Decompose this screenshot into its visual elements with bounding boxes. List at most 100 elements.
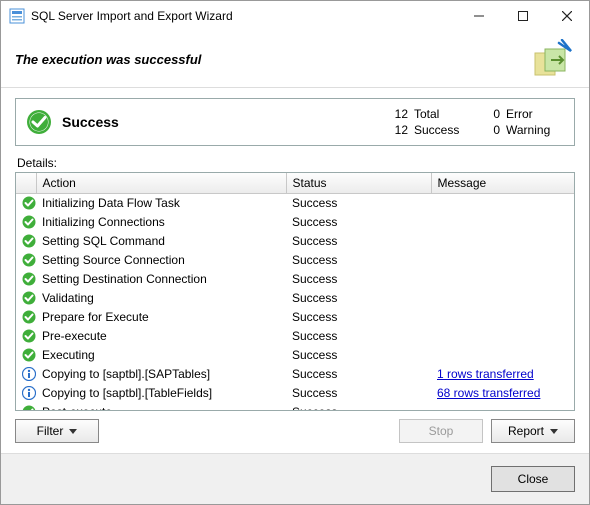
action-buttons-row: Filter Stop Report [15,411,575,447]
header-graphic [529,39,575,79]
check-icon [22,234,36,248]
table-row[interactable]: Setting Source ConnectionSuccess [16,251,574,270]
stop-label: Stop [429,424,454,438]
status-cell: Success [286,365,431,384]
close-label: Close [518,472,549,486]
table-row[interactable]: ExecutingSuccess [16,346,574,365]
close-window-button[interactable] [545,1,589,31]
col-status-header[interactable]: Status [286,173,431,194]
minimize-button[interactable] [457,1,501,31]
action-cell: Setting Destination Connection [36,270,286,289]
check-icon [22,348,36,362]
page-title: The execution was successful [15,52,529,67]
table-row[interactable]: Copying to [saptbl].[TableFields]Success… [16,384,574,403]
action-cell: Prepare for Execute [36,308,286,327]
action-cell: Executing [36,346,286,365]
summary-counts: 12 Total 0 Error 12 Success 0 Warning [386,107,564,137]
table-row[interactable]: Setting SQL CommandSuccess [16,232,574,251]
message-link[interactable]: 68 rows transferred [437,386,540,400]
action-cell: Pre-execute [36,327,286,346]
row-icon-cell [16,365,36,384]
table-row[interactable]: Prepare for ExecuteSuccess [16,308,574,327]
status-cell: Success [286,270,431,289]
message-cell: 68 rows transferred [431,384,574,403]
dropdown-icon [69,429,77,434]
filter-label: Filter [37,424,64,438]
info-icon [22,386,36,400]
status-cell: Success [286,251,431,270]
action-cell: Initializing Connections [36,213,286,232]
status-cell: Success [286,289,431,308]
check-icon [22,291,36,305]
warning-label: Warning [506,123,564,137]
report-button[interactable]: Report [491,419,575,443]
row-icon-cell [16,346,36,365]
table-row[interactable]: ValidatingSuccess [16,289,574,308]
table-row[interactable]: Initializing ConnectionsSuccess [16,213,574,232]
error-label: Error [506,107,564,121]
status-cell: Success [286,308,431,327]
total-label: Total [414,107,472,121]
check-icon [22,196,36,210]
message-cell [431,251,574,270]
close-button[interactable]: Close [491,466,575,492]
col-message-header[interactable]: Message [431,173,574,194]
status-cell: Success [286,213,431,232]
stop-button: Stop [399,419,483,443]
warning-count: 0 [478,123,500,137]
message-cell [431,289,574,308]
table-row[interactable]: Copying to [saptbl].[SAPTables]Success 1 … [16,365,574,384]
message-link[interactable]: 1 rows transferred [437,367,534,381]
status-cell: Success [286,403,431,412]
row-icon-cell [16,403,36,412]
table-row[interactable]: Post-executeSuccess [16,403,574,412]
action-cell: Validating [36,289,286,308]
action-cell: Post-execute [36,403,286,412]
titlebar: SQL Server Import and Export Wizard [1,1,589,31]
summary-panel: Success 12 Total 0 Error 12 Success 0 Wa… [15,98,575,146]
summary-status: Success [62,114,386,130]
col-icon-header[interactable] [16,173,36,194]
window-title: SQL Server Import and Export Wizard [31,9,457,23]
filter-button[interactable]: Filter [15,419,99,443]
success-label: Success [414,123,472,137]
action-cell: Setting SQL Command [36,232,286,251]
success-count: 12 [386,123,408,137]
total-count: 12 [386,107,408,121]
table-row[interactable]: Pre-executeSuccess [16,327,574,346]
table-row[interactable]: Initializing Data Flow TaskSuccess [16,194,574,213]
status-cell: Success [286,194,431,213]
col-action-header[interactable]: Action [36,173,286,194]
status-cell: Success [286,346,431,365]
success-check-icon [26,109,52,135]
check-icon [22,215,36,229]
dropdown-icon [550,429,558,434]
table-row[interactable]: Setting Destination ConnectionSuccess [16,270,574,289]
action-cell: Copying to [saptbl].[SAPTables] [36,365,286,384]
row-icon-cell [16,308,36,327]
status-cell: Success [286,327,431,346]
error-count: 0 [478,107,500,121]
message-cell [431,327,574,346]
row-icon-cell [16,289,36,308]
row-icon-cell [16,251,36,270]
app-icon [9,8,25,24]
check-icon [22,272,36,286]
check-icon [22,329,36,343]
details-table: Action Status Message Initializing Data … [16,173,574,411]
message-cell [431,403,574,412]
status-cell: Success [286,232,431,251]
details-label: Details: [17,156,573,170]
action-cell: Initializing Data Flow Task [36,194,286,213]
row-icon-cell [16,232,36,251]
row-icon-cell [16,327,36,346]
action-cell: Setting Source Connection [36,251,286,270]
message-cell [431,346,574,365]
message-cell: 1 rows transferred [431,365,574,384]
maximize-button[interactable] [501,1,545,31]
row-icon-cell [16,270,36,289]
footer: Close [1,453,589,504]
row-icon-cell [16,194,36,213]
check-icon [22,310,36,324]
message-cell [431,308,574,327]
